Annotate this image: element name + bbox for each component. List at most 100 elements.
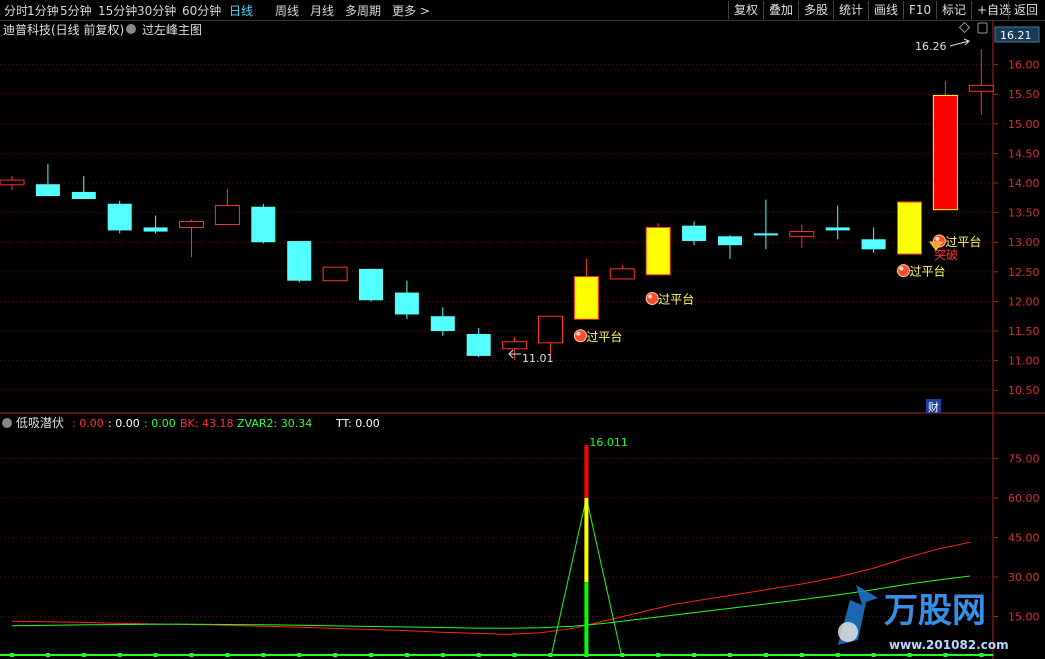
- diamond-icon: [958, 21, 971, 34]
- candle-body: [251, 206, 276, 243]
- price-tick-label: 14.50: [1008, 147, 1040, 160]
- tt-dot: [835, 653, 840, 657]
- candle-body: [322, 266, 348, 282]
- tt-dot: [81, 653, 86, 657]
- candle-body: [753, 233, 778, 236]
- signal-ball-icon: [645, 291, 659, 305]
- price-tick-label: 10.50: [1008, 384, 1040, 397]
- price-tick-label: 13.50: [1008, 207, 1040, 220]
- watermark-brand: 万股网: [884, 591, 986, 631]
- sub-indicator-value: TT: 0.00: [335, 417, 380, 430]
- watermark-coin-icon: [838, 622, 858, 642]
- candle-body: [609, 268, 635, 280]
- signal-label: 过平台: [910, 264, 946, 279]
- candle-body: [466, 334, 491, 356]
- candle-body: [968, 84, 994, 92]
- sub-tick-label: 75.00: [1008, 452, 1040, 465]
- candle-body: [718, 236, 742, 246]
- price-tick-label: 15.00: [1008, 118, 1040, 131]
- candle-body: [861, 239, 886, 250]
- sub-indicator-value: ZVAR2: 30.34: [237, 417, 312, 430]
- price-tick-label: 12.50: [1008, 266, 1040, 279]
- indicator-title: 过左峰主图: [142, 22, 202, 37]
- tt-dot: [369, 653, 373, 657]
- candle-body: [35, 184, 60, 197]
- candle-body: [394, 292, 419, 315]
- signal-ball-icon: [897, 264, 910, 278]
- price-tick-label: 15.50: [1008, 88, 1040, 101]
- candle-body: [214, 205, 240, 225]
- spike-bar-red: [584, 445, 589, 498]
- candle-body: [71, 191, 96, 200]
- candle-body: [179, 221, 204, 228]
- price-tick-label: 12.00: [1008, 295, 1040, 308]
- candle-body: [143, 227, 168, 232]
- tt-dot: [512, 653, 517, 657]
- candle-body: [359, 268, 383, 301]
- signal-ball-highlight: [935, 237, 940, 242]
- finance-badge-label: 财: [928, 400, 939, 414]
- tt-dot: [45, 653, 50, 657]
- watermark-url: www.201082.com: [889, 638, 1009, 652]
- candle-body: [287, 241, 312, 281]
- tt-dot: [404, 653, 409, 657]
- candle-body: [573, 276, 599, 320]
- bk-line: [11, 541, 971, 635]
- sub-indicator-name: 低吸潜伏: [16, 416, 64, 430]
- tt-dot: [656, 653, 661, 657]
- stock-title: 迪普科技(日线 前复权): [3, 22, 124, 37]
- sub-indicator-value: : 0.00: [144, 417, 176, 430]
- signal-label: 过平台: [586, 329, 622, 344]
- tt-dot: [979, 653, 984, 657]
- sub-tick-label: 15.00: [1008, 610, 1040, 623]
- zvar2-line: [11, 575, 971, 629]
- candle-body: [645, 226, 671, 276]
- spike-bar-yellow: [584, 497, 589, 583]
- spike-bar-green: [584, 582, 589, 656]
- tt-dot: [153, 653, 158, 657]
- tt-dot: [476, 653, 481, 657]
- tt-dot: [763, 653, 768, 657]
- tt-dot: [943, 653, 948, 657]
- candle-body: [502, 341, 528, 350]
- sub-indicator-value: BK: 43.18: [180, 417, 233, 430]
- tt-dot: [225, 653, 230, 657]
- candle-body: [932, 94, 958, 211]
- sub-tick-label: 45.00: [1008, 531, 1040, 544]
- price-tick-label: 11.00: [1008, 355, 1040, 368]
- stock-chart: 16.00 15.50 15.00 14.50 14.00 13.50 13.00 12.50…: [0, 21, 1045, 659]
- price-tick-label: 13.00: [1008, 236, 1040, 249]
- candle-body: [430, 316, 455, 332]
- low-price-label: 11.01: [522, 352, 554, 365]
- price-tick-label: 14.00: [1008, 177, 1040, 190]
- signal-ball-highlight: [576, 331, 581, 336]
- sub-tick-label: 30.00: [1008, 571, 1040, 584]
- signal-ball-icon: [573, 329, 587, 343]
- tt-dot: [117, 653, 122, 657]
- sub-indicator-dropdown-icon: [2, 418, 12, 428]
- tt-dot: [297, 653, 302, 657]
- candle-body: [107, 203, 132, 231]
- tt-dot: [871, 653, 876, 657]
- tt-dot: [799, 653, 804, 657]
- current-price-label: 16.21: [1000, 29, 1032, 42]
- candle-body: [538, 315, 563, 344]
- price-tick-label: 11.50: [1008, 325, 1040, 338]
- tt-dot: [10, 653, 14, 657]
- sub-indicator-value: : 0.00: [72, 417, 104, 430]
- tt-dot: [440, 653, 445, 657]
- sub-tick-label: 60.00: [1008, 492, 1040, 505]
- candle-body: [789, 231, 815, 237]
- signal-label: 过平台: [945, 234, 981, 249]
- signal-ball-highlight: [899, 266, 904, 271]
- candle-body: [682, 225, 707, 242]
- high-price-label: 16.26: [915, 40, 947, 53]
- tt-dot: [692, 653, 697, 657]
- candle-body: [897, 201, 922, 255]
- sub-indicator-value: : 0.00: [108, 417, 140, 430]
- candle-body: [0, 179, 25, 186]
- spike-peak-label: 16.011: [589, 436, 628, 449]
- breakout-label: 突破: [934, 247, 958, 262]
- tt-dot: [189, 653, 194, 657]
- window-icon: [977, 22, 988, 34]
